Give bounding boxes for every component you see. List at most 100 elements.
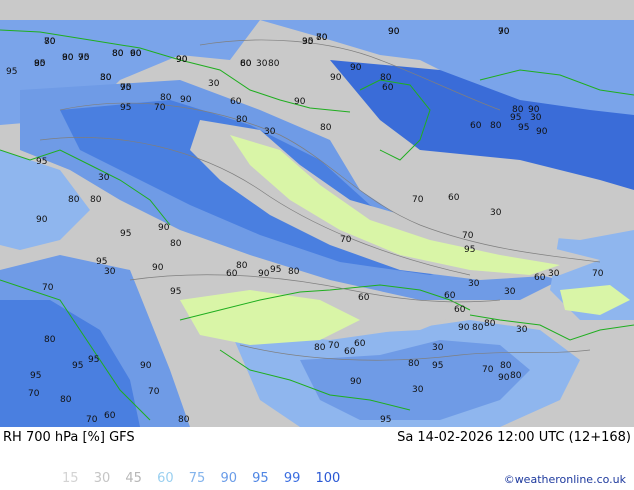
contour-label: 70 [412, 195, 424, 205]
contour-label: 95 [120, 229, 131, 239]
contour-label: 60 [230, 97, 242, 107]
contour-label: 90 [258, 269, 270, 279]
contour-label: 30 [208, 79, 220, 89]
credit-link[interactable]: ©weatheronline.co.uk [504, 473, 626, 486]
map-title: RH 700 hPa [%] GFS [3, 430, 135, 445]
contour-label: 95 [88, 355, 99, 365]
contour-label: 80 [60, 395, 72, 405]
legend-item-95: 95 [252, 471, 269, 486]
contour-label: 70 [328, 341, 340, 351]
contour-label: 70 [42, 283, 54, 293]
contour-label: 80 [510, 371, 522, 381]
contour-label: 95 [464, 245, 475, 255]
legend-item-99: 99 [283, 471, 301, 486]
contour-label: 80 [90, 195, 102, 205]
contour-label: 80 [112, 49, 124, 59]
contour-label: 80 [236, 261, 248, 271]
contour-label: 95 [380, 415, 391, 425]
contour-label: 70 [78, 53, 90, 63]
contour-label: 95 [432, 361, 443, 371]
contour-label: 90 [350, 377, 362, 387]
contour-label: 70 [498, 27, 510, 37]
legend-item-75: 75 [188, 471, 206, 486]
contour-label: 90 [36, 215, 48, 225]
contour-label: 80 [484, 319, 496, 329]
rh-map: 70 30 70 90 90 95 90 95 80 60 90 80 70 80 30 95 80 90 90 80… [0, 0, 634, 427]
legend-item-30: 30 [93, 471, 111, 486]
contour-label: 80 [408, 359, 420, 369]
contour-label: 80 [68, 195, 80, 205]
contour-label: 60 [470, 121, 482, 131]
footer: RH 700 hPa [%] GFS Sa 14-02-2026 12:00 U… [0, 427, 634, 490]
contour-label: 60 [226, 269, 238, 279]
contour-label: 90 [294, 97, 306, 107]
legend-item-100: 100 [315, 471, 341, 486]
contour-label: 90 [130, 49, 142, 59]
contour-label: 80 [44, 335, 56, 345]
valid-datetime: Sa 14-02-2026 12:00 UTC (12+168) [397, 430, 631, 445]
contour-label: 95 [120, 103, 131, 113]
contour-label: 95 [72, 361, 83, 371]
contour-label: 80 [170, 239, 182, 249]
contour-label: 90 [330, 73, 342, 83]
contour-label: 60 [358, 293, 370, 303]
legend-item-15: 15 [62, 471, 79, 486]
contour-label: 90 [180, 95, 192, 105]
contour-label: 30 [256, 59, 268, 69]
contour-label: 30 [548, 269, 560, 279]
contour-label: 80 [268, 59, 280, 69]
legend-item-90: 90 [220, 471, 237, 486]
contour-label: 60 [354, 339, 366, 349]
contour-label: 90 [140, 361, 152, 371]
contour-label: 30 [504, 287, 516, 297]
contour-label: 80 [472, 323, 484, 333]
contour-label: 80 [34, 59, 46, 69]
contour-label: 90 [536, 127, 548, 137]
contour-label: 80 [320, 123, 332, 133]
contour-label: 70 [340, 235, 352, 245]
contour-label: 90 [176, 55, 188, 65]
contour-label: 90 [152, 263, 164, 273]
contour-label: 80 [380, 73, 392, 83]
contour-label: 30 [530, 113, 542, 123]
contour-label: 90 [158, 223, 170, 233]
contour-label: 80 [62, 53, 74, 63]
contour-label: 80 [236, 115, 248, 125]
contour-label: 60 [444, 291, 456, 301]
contour-label: 80 [490, 121, 502, 131]
legend-item-60: 60 [157, 471, 174, 486]
contour-label: 30 [468, 279, 480, 289]
contour-label: 30 [98, 173, 110, 183]
contour-label: 95 [518, 123, 529, 133]
contour-label: 80 [316, 33, 328, 43]
contour-label: 60 [534, 273, 546, 283]
legend-item-45: 45 [125, 471, 142, 486]
contour-label: 95 [170, 287, 181, 297]
contour-label: 30 [490, 208, 502, 218]
contour-label: 80 [160, 93, 172, 103]
contour-label: 60 [240, 59, 252, 69]
contour-label: 30 [412, 385, 424, 395]
contour-label: 80 [500, 361, 512, 371]
contour-label: 30 [264, 127, 276, 137]
contour-label: 70 [148, 387, 160, 397]
contour-label: 95 [270, 265, 281, 275]
contour-label: 70 [154, 103, 166, 113]
contour-label: 80 [44, 37, 56, 47]
contour-label: 30 [432, 343, 444, 353]
contour-label: 30 [100, 73, 112, 83]
contour-label: 95 [96, 257, 107, 267]
contour-label: 90 [388, 27, 400, 37]
contour-label: 95 [30, 371, 41, 381]
contour-label: 90 [458, 323, 470, 333]
contour-label: 90 [350, 63, 362, 73]
contour-label: 80 [178, 415, 190, 425]
contour-label: 90 [498, 373, 510, 383]
contour-label: 80 [288, 267, 300, 277]
color-legend: 15 30 45 60 75 90 95 99 100 [62, 471, 351, 486]
contour-label: 70 [462, 231, 474, 241]
contour-label: 95 [302, 37, 313, 47]
contour-label: 95 [510, 113, 521, 123]
contour-label: 95 [6, 67, 17, 77]
contour-label: 60 [454, 305, 466, 315]
